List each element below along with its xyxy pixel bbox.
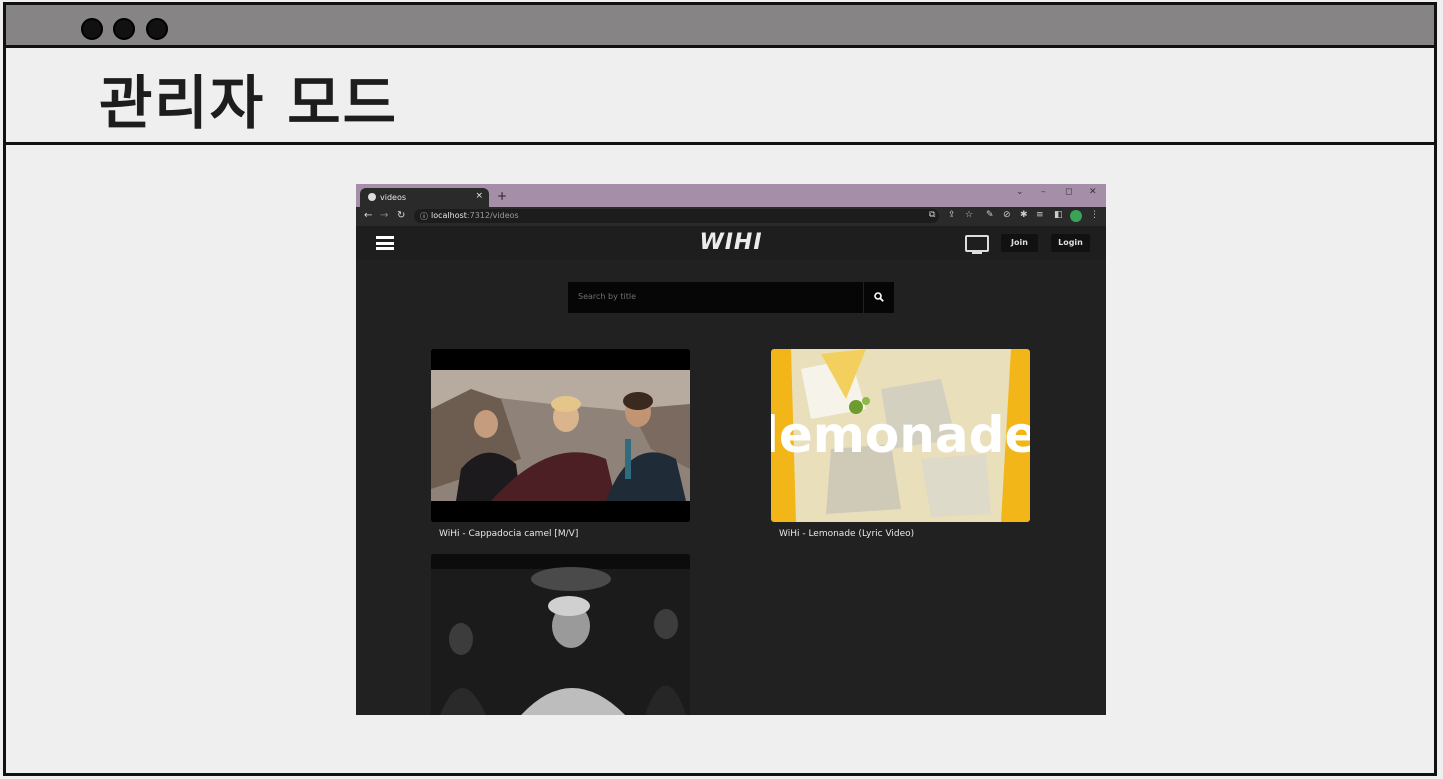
url-host: localhost	[431, 211, 467, 220]
video-thumbnail[interactable]	[431, 554, 690, 715]
url-path: :7312/videos	[466, 211, 519, 220]
compass-extension-icon[interactable]: ⊘	[1003, 210, 1011, 220]
search-placeholder: Search by title	[578, 292, 637, 301]
close-window-dot[interactable]	[81, 18, 103, 40]
search-icon	[874, 292, 884, 302]
globe-icon	[368, 193, 376, 201]
header-band: 관리자 모드	[3, 48, 1437, 145]
side-panel-icon[interactable]: ◧	[1054, 210, 1063, 220]
video-still-monochrome	[431, 554, 690, 715]
new-tab-button[interactable]: +	[497, 189, 507, 203]
lemonade-artwork: lemonade	[771, 349, 1030, 522]
site-logo[interactable]: WIHI	[356, 230, 1106, 255]
presentation-slide: 관리자 모드 videos × + ⌄ – ◻ ✕ ← → ↻ ⓘ localh…	[0, 0, 1443, 779]
video-title[interactable]: WiHi - Lemonade (Lyric Video)	[779, 529, 914, 539]
lemonade-artwork-text: lemonade	[771, 406, 1030, 464]
share-icon[interactable]: ⇪	[948, 210, 956, 220]
close-icon[interactable]: ✕	[1089, 187, 1097, 197]
bookmark-star-icon[interactable]: ☆	[965, 210, 973, 220]
tab-search-icon[interactable]: ⌄	[1016, 187, 1024, 197]
minimize-window-dot[interactable]	[113, 18, 135, 40]
maximize-window-dot[interactable]	[146, 18, 168, 40]
url-field[interactable]: ⓘ localhost:7312/videos	[414, 209, 939, 223]
reading-list-icon[interactable]: ≡	[1036, 210, 1044, 220]
join-button[interactable]: Join	[1001, 234, 1038, 252]
video-thumbnail[interactable]	[431, 349, 690, 522]
search-input[interactable]: Search by title	[568, 282, 863, 313]
browser-tabstrip: videos × + ⌄ – ◻ ✕	[356, 184, 1106, 207]
page-title: 관리자 모드	[99, 69, 398, 137]
close-tab-icon[interactable]: ×	[475, 191, 483, 201]
back-icon[interactable]: ←	[364, 210, 372, 221]
login-button[interactable]: Login	[1051, 234, 1090, 252]
more-menu-icon[interactable]: ⋮	[1090, 210, 1099, 220]
tab-title: videos	[380, 193, 407, 202]
search-button[interactable]	[864, 282, 894, 313]
site-info-icon[interactable]: ⓘ	[420, 211, 428, 222]
site-navbar: WIHI Join Login	[356, 226, 1106, 260]
video-still-outdoor-group	[431, 349, 690, 522]
restore-icon[interactable]: ◻	[1065, 187, 1072, 197]
window-titlebar	[3, 2, 1437, 48]
profile-avatar[interactable]	[1070, 210, 1082, 222]
address-bar-row: ← → ↻ ⓘ localhost:7312/videos ⧉ ⇪ ☆ ✎ ⊘ …	[356, 207, 1106, 226]
video-thumbnail[interactable]: lemonade	[771, 349, 1030, 522]
browser-tab[interactable]: videos ×	[360, 188, 489, 207]
reload-icon[interactable]: ↻	[397, 210, 405, 221]
minimize-icon[interactable]: –	[1041, 187, 1046, 197]
puzzle-extensions-icon[interactable]: ✱	[1020, 210, 1028, 220]
tv-icon[interactable]	[965, 235, 989, 254]
translate-icon[interactable]: ⧉	[929, 210, 935, 220]
forward-icon[interactable]: →	[380, 210, 388, 221]
browser-screenshot: videos × + ⌄ – ◻ ✕ ← → ↻ ⓘ localhost:731…	[356, 184, 1106, 715]
pen-extension-icon[interactable]: ✎	[986, 210, 994, 220]
video-title[interactable]: WiHi - Cappadocia camel [M/V]	[439, 529, 578, 539]
